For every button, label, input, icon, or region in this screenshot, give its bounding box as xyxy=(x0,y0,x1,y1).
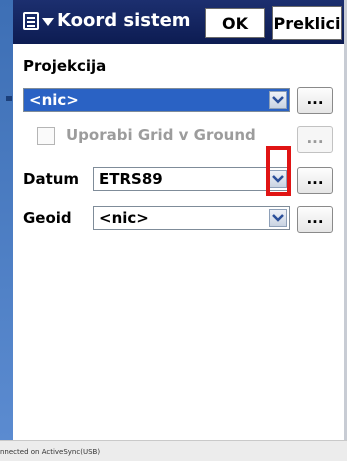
chevron-down-icon xyxy=(272,214,284,222)
desktop-side-strip xyxy=(0,0,13,440)
projection-value: <nic> xyxy=(29,91,79,109)
grid-to-ground-label: Uporabi Grid v Ground xyxy=(66,126,256,144)
grid-to-ground-more-button[interactable]: ... xyxy=(297,126,333,153)
datum-value: ETRS89 xyxy=(99,170,163,188)
geoid-label: Geoid xyxy=(23,209,72,227)
datum-select[interactable]: ETRS89 xyxy=(93,167,290,191)
grid-to-ground-checkbox[interactable] xyxy=(37,127,55,145)
projection-more-button[interactable]: ... xyxy=(297,87,333,114)
dropdown-highlight-box xyxy=(266,146,291,196)
status-bar: nnected on ActiveSync(USB) xyxy=(0,440,347,461)
ok-button[interactable]: OK xyxy=(205,8,265,38)
status-text: nnected on ActiveSync(USB) xyxy=(0,448,101,456)
window-title: Koord sistem xyxy=(57,10,191,31)
cancel-button[interactable]: Preklici xyxy=(272,6,342,40)
title-bar: Koord sistem OK Preklici xyxy=(13,0,344,44)
coord-system-dialog: Koord sistem OK Preklici Projekcija <nic… xyxy=(13,0,345,440)
datum-label: Datum xyxy=(23,170,80,188)
geoid-value: <nic> xyxy=(99,209,149,227)
projection-label: Projekcija xyxy=(23,57,107,75)
projection-dropdown-button[interactable] xyxy=(269,91,287,109)
menu-dropdown-arrow-icon[interactable] xyxy=(42,18,54,26)
desktop-side-mark xyxy=(6,96,12,101)
chevron-down-icon xyxy=(272,96,284,104)
app-menu-icon[interactable] xyxy=(23,12,39,30)
geoid-more-button[interactable]: ... xyxy=(297,206,333,233)
projection-select[interactable]: <nic> xyxy=(23,88,290,112)
geoid-select[interactable]: <nic> xyxy=(93,206,290,230)
geoid-dropdown-button[interactable] xyxy=(269,209,287,227)
datum-more-button[interactable]: ... xyxy=(297,167,333,194)
